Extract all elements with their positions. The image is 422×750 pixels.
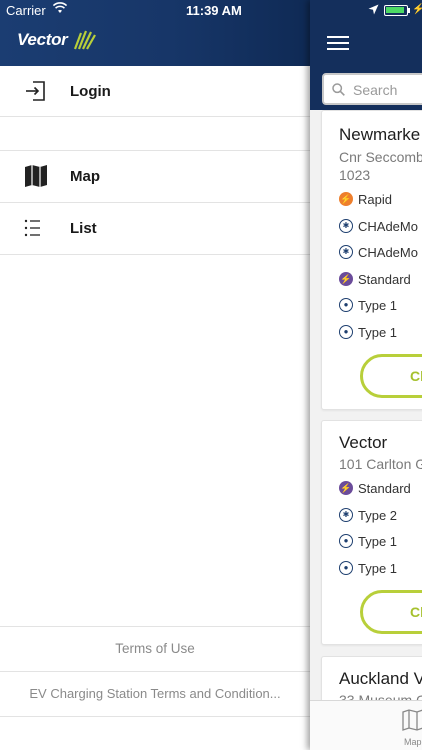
station-terms-link[interactable]: EV Charging Station Terms and Condition.… <box>0 686 310 701</box>
station-name: Auckland V <box>339 669 422 688</box>
vector-logo-icon <box>73 30 96 50</box>
connector-label: Type 1 <box>358 324 398 340</box>
charging-bolt-icon: ⚡ <box>412 4 422 15</box>
menu-item-map[interactable]: Map <box>0 150 310 202</box>
type1-icon: ● <box>339 561 353 575</box>
chademo-icon: ✱ <box>339 245 353 259</box>
status-bar: Carrier 11:39 AM <box>0 0 310 22</box>
station-list-panel: ⚡ Newmarke Cnr Seccomb 1023 ⚡ Rapid ✱ CH… <box>310 0 422 750</box>
connector-label: Type 1 <box>358 560 398 576</box>
menu-divider <box>0 254 310 255</box>
connector-label: Type 1 <box>358 297 398 313</box>
drawer-header: Carrier 11:39 AM Vector <box>0 0 310 66</box>
connector-label: Standard <box>358 271 411 287</box>
footer-divider <box>0 671 310 672</box>
station-address: Cnr Seccomb <box>339 149 422 165</box>
station-card[interactable]: Newmarke Cnr Seccomb 1023 ⚡ Rapid ✱ CHAd… <box>321 110 422 410</box>
connector-label: CHAdeMo <box>358 218 418 234</box>
chademo-icon: ✱ <box>339 219 353 233</box>
battery-tip <box>408 8 410 13</box>
connector-row: ✱ Type 2 <box>339 506 397 524</box>
rapid-icon: ⚡ <box>339 192 353 206</box>
connector-label: Type 2 <box>358 507 398 523</box>
login-icon <box>26 81 45 101</box>
station-name: Vector <box>339 433 388 452</box>
footer-divider <box>0 626 310 627</box>
type1-icon: ● <box>339 534 353 548</box>
clock: 11:39 AM <box>186 3 242 18</box>
station-address-line-2: 1023 <box>339 167 371 183</box>
status-bar-right: ⚡ <box>310 0 422 22</box>
wifi-icon <box>53 2 67 13</box>
bottom-tab-bar: Map <box>310 700 422 750</box>
station-address: 101 Carlton G <box>339 456 422 472</box>
type2-icon: ✱ <box>339 508 353 522</box>
connector-row: ✱ CHAdeMo <box>339 243 418 261</box>
connector-label: Standard <box>358 480 411 496</box>
connector-row: ● Type 1 <box>339 296 397 314</box>
connector-label: Type 1 <box>358 533 398 549</box>
connector-row: ● Type 1 <box>339 323 397 341</box>
standard-icon: ⚡ <box>339 481 353 495</box>
map-tab-icon[interactable] <box>402 709 422 731</box>
footer-divider <box>0 716 310 717</box>
main-header: ⚡ <box>310 0 422 66</box>
search-box[interactable] <box>322 73 422 105</box>
search-input[interactable] <box>353 79 422 101</box>
station-name: Newmarke <box>339 125 421 144</box>
connector-row: ● Type 1 <box>339 532 397 550</box>
connector-row: ● Type 1 <box>339 559 397 577</box>
menu-item-login[interactable]: Login <box>0 66 310 116</box>
check-in-button[interactable]: Ch <box>360 354 422 398</box>
connector-row: ⚡ Rapid <box>339 190 392 208</box>
battery-icon <box>384 5 408 16</box>
menu-divider <box>0 116 310 117</box>
list-label: List <box>70 219 97 237</box>
search-icon <box>332 83 345 96</box>
check-in-button[interactable]: Ch <box>360 590 422 634</box>
terms-of-use-link[interactable]: Terms of Use <box>0 641 310 656</box>
connector-row: ✱ CHAdeMo <box>339 217 418 235</box>
side-drawer: Carrier 11:39 AM Vector Login Map List T… <box>0 0 310 750</box>
connector-row: ⚡ Standard <box>339 270 411 288</box>
connector-label: CHAdeMo <box>358 244 418 260</box>
connector-label: Rapid <box>358 191 392 207</box>
standard-icon: ⚡ <box>339 272 353 286</box>
menu-item-list[interactable]: List <box>0 202 310 254</box>
connector-row: ⚡ Standard <box>339 479 411 497</box>
type1-icon: ● <box>339 325 353 339</box>
list-icon <box>24 219 40 237</box>
type1-icon: ● <box>339 298 353 312</box>
location-arrow-icon <box>368 4 379 15</box>
vector-logo-text: Vector <box>17 30 68 49</box>
hamburger-menu-icon[interactable] <box>327 36 349 50</box>
map-icon <box>25 165 47 187</box>
login-label: Login <box>70 82 111 100</box>
carrier-label: Carrier <box>6 3 46 18</box>
map-label: Map <box>70 167 100 185</box>
map-tab-label[interactable]: Map <box>404 737 422 747</box>
station-card[interactable]: Vector 101 Carlton G ⚡ Standard ✱ Type 2… <box>321 420 422 645</box>
search-bar-area <box>310 66 422 110</box>
